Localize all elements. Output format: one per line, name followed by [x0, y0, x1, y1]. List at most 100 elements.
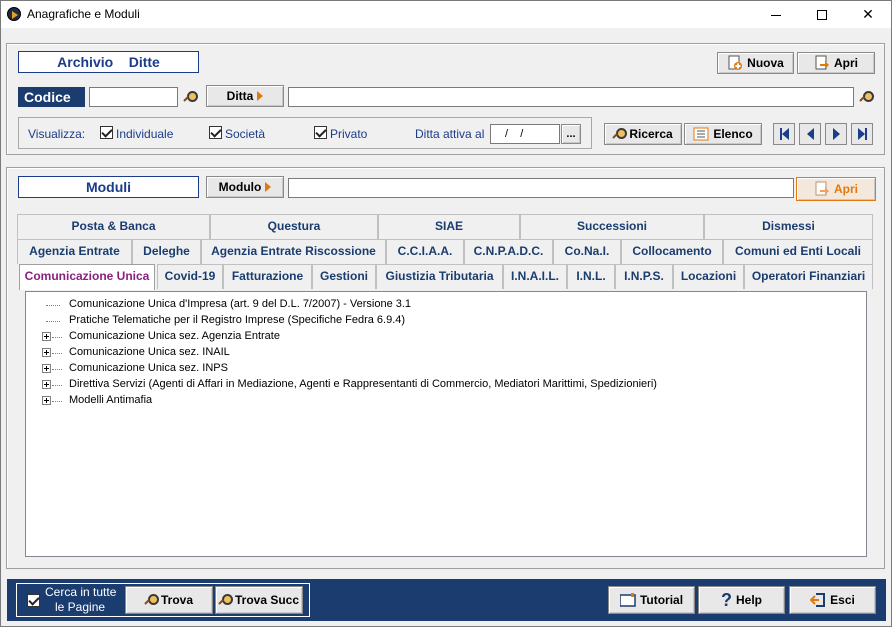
ellipsis-label: ...: [566, 128, 576, 140]
tab-dismessi[interactable]: Dismessi: [704, 214, 873, 239]
search-icon: [184, 91, 198, 103]
ditta-search-button[interactable]: [856, 87, 876, 107]
expand-icon[interactable]: [42, 348, 51, 357]
cerca-label-1: Cerca in tutte: [45, 585, 117, 599]
exit-icon: [809, 592, 826, 608]
expand-icon[interactable]: [42, 380, 51, 389]
tree-item-label: Comunicazione Unica sez. Agenzia Entrate: [69, 330, 280, 342]
individuale-label: Individuale: [116, 127, 174, 141]
tab-siae[interactable]: SIAE: [378, 214, 520, 239]
tree-item-label: Modelli Antimafia: [69, 394, 153, 406]
minimize-icon: [771, 14, 781, 16]
tutorial-button[interactable]: Tutorial: [608, 586, 695, 614]
tab-deleghe[interactable]: Deleghe: [132, 239, 201, 264]
tab-comunicazione-unica[interactable]: Comunicazione Unica: [19, 264, 155, 290]
trova-succ-label: Trova Succ: [234, 593, 300, 607]
tab-agenzia-entrate[interactable]: Agenzia Entrate: [17, 239, 132, 264]
esci-label: Esci: [830, 593, 855, 607]
tab-giustizia-tributaria[interactable]: Giustizia Tributaria: [376, 264, 503, 289]
search-icon: [860, 91, 874, 103]
apri-ditta-button[interactable]: Apri: [797, 52, 875, 74]
elenco-button[interactable]: Elenco: [684, 123, 762, 145]
nuova-label: Nuova: [747, 56, 784, 70]
trova-succ-button[interactable]: Trova Succ: [215, 586, 303, 614]
minimize-button[interactable]: [753, 1, 799, 28]
tab-posta-banca[interactable]: Posta & Banca: [17, 214, 210, 239]
cerca-tutte-checkbox[interactable]: [27, 594, 40, 607]
window-title: Anagrafiche e Moduli: [27, 7, 140, 21]
modulo-label: Modulo: [218, 180, 262, 194]
tab-row-2: Agenzia Entrate Deleghe Agenzia Entrate …: [17, 239, 873, 264]
modulo-button[interactable]: Modulo: [206, 176, 284, 198]
expand-icon[interactable]: [42, 332, 51, 341]
modules-tree[interactable]: Comunicazione Unica d'Impresa (art. 9 de…: [25, 291, 867, 557]
help-icon: ?: [720, 589, 732, 610]
date-picker-button[interactable]: ...: [561, 124, 581, 144]
tab-conai[interactable]: Co.Na.I.: [553, 239, 621, 264]
societa-checkbox[interactable]: [209, 126, 222, 139]
search-icon: [613, 128, 628, 140]
app-logo-icon: [7, 7, 21, 21]
modulo-input[interactable]: [288, 178, 794, 198]
tab-collocamento[interactable]: Collocamento: [621, 239, 723, 264]
tree-item-label: Comunicazione Unica sez. INAIL: [69, 346, 230, 358]
visualizza-label: Visualizza:: [28, 127, 86, 141]
help-button[interactable]: ? Help: [698, 586, 785, 614]
tab-agenzia-entrate-riscossione[interactable]: Agenzia Entrate Riscossione: [201, 239, 386, 264]
tab-inl[interactable]: I.N.L.: [567, 264, 615, 289]
tab-inps[interactable]: I.N.P.S.: [615, 264, 673, 289]
tab-covid-19[interactable]: Covid-19: [157, 264, 223, 289]
next-record-button[interactable]: [825, 123, 847, 145]
arrow-right-icon: [257, 91, 264, 101]
tree-connector: [46, 321, 60, 322]
ditta-input[interactable]: [288, 87, 854, 107]
esci-button[interactable]: Esci: [789, 586, 876, 614]
tree-connector: [52, 337, 62, 338]
tab-locazioni[interactable]: Locazioni: [673, 264, 744, 289]
tab-cnpadc[interactable]: C.N.P.A.D.C.: [464, 239, 553, 264]
moduli-header: Moduli: [18, 176, 199, 198]
prev-record-button[interactable]: [799, 123, 821, 145]
first-record-button[interactable]: [773, 123, 795, 145]
search-next-icon: [219, 594, 233, 606]
tree-connector: [52, 369, 62, 370]
tab-operatori-finanziari[interactable]: Operatori Finanziari: [744, 264, 873, 289]
nuova-button[interactable]: Nuova: [717, 52, 794, 74]
maximize-button[interactable]: [799, 1, 845, 28]
tab-questura[interactable]: Questura: [210, 214, 378, 239]
help-label: Help: [735, 593, 762, 607]
ditta-attiva-date-input[interactable]: / /: [490, 124, 560, 144]
tab-cciaa[interactable]: C.C.I.A.A.: [386, 239, 464, 264]
codice-search-button[interactable]: [180, 87, 200, 107]
trova-button[interactable]: Trova: [125, 586, 213, 614]
close-icon: ✕: [862, 6, 874, 22]
app-window: Anagrafiche e Moduli ✕ Archivio Ditte Nu…: [0, 0, 892, 627]
last-icon: [864, 128, 867, 140]
apri-ditta-label: Apri: [834, 56, 858, 70]
codice-input[interactable]: [89, 87, 178, 107]
tab-successioni[interactable]: Successioni: [520, 214, 704, 239]
tab-comuni-enti-locali[interactable]: Comuni ed Enti Locali: [723, 239, 873, 264]
apri-modulo-button[interactable]: Apri: [796, 177, 876, 201]
privato-label: Privato: [330, 127, 368, 141]
tutorial-video-icon: [619, 592, 636, 608]
ditta-label: Ditta: [226, 89, 254, 103]
privato-checkbox[interactable]: [314, 126, 327, 139]
ditta-attiva-label: Ditta attiva al: [415, 127, 485, 141]
ricerca-button[interactable]: Ricerca: [604, 123, 682, 145]
tree-connector: [52, 401, 62, 402]
last-record-button[interactable]: [851, 123, 873, 145]
ditta-button[interactable]: Ditta: [206, 85, 284, 107]
list-icon: [693, 126, 709, 142]
elenco-label: Elenco: [713, 127, 753, 141]
tutorial-label: Tutorial: [639, 593, 684, 607]
tab-gestioni[interactable]: Gestioni: [312, 264, 376, 289]
tab-fatturazione[interactable]: Fatturazione: [223, 264, 312, 289]
open-document-icon: [814, 181, 830, 197]
expand-icon[interactable]: [42, 396, 51, 405]
next-icon: [832, 128, 840, 140]
close-button[interactable]: ✕: [845, 1, 891, 28]
tab-inail[interactable]: I.N.A.I.L.: [503, 264, 567, 289]
expand-icon[interactable]: [42, 364, 51, 373]
individuale-checkbox[interactable]: [100, 126, 113, 139]
